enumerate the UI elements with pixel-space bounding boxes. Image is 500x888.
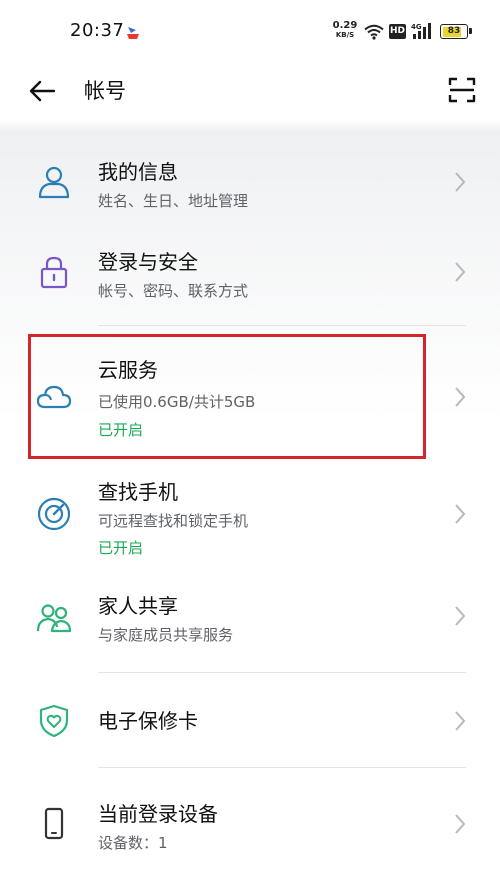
app-header: 帐号 bbox=[0, 62, 500, 122]
lock-icon bbox=[40, 256, 68, 289]
page-title: 帐号 bbox=[84, 79, 126, 103]
item-title: 电子保修卡 bbox=[98, 709, 198, 733]
list-item-my-info[interactable]: 我的信息 姓名、生日、地址管理 bbox=[0, 136, 500, 226]
chevron-right-icon bbox=[455, 711, 466, 731]
list-item-logged-in-devices[interactable]: 当前登录设备 设备数：1 bbox=[0, 768, 500, 878]
item-title: 我的信息 bbox=[98, 160, 178, 184]
radar-icon bbox=[37, 497, 71, 531]
status-time: 20:37 bbox=[70, 20, 125, 41]
item-title: 当前登录设备 bbox=[98, 802, 218, 826]
scan-icon[interactable] bbox=[446, 74, 478, 106]
list-item-cloud-service[interactable]: 云服务 已使用0.6GB/共计5GB 已开启 bbox=[0, 336, 500, 458]
chevron-right-icon bbox=[455, 504, 466, 524]
chevron-right-icon bbox=[455, 606, 466, 626]
network-speed-value: 0.29 bbox=[332, 20, 358, 31]
item-status: 已开启 bbox=[98, 539, 144, 557]
app-notification-icon bbox=[127, 27, 139, 39]
hd-badge: HD bbox=[389, 24, 406, 39]
list-item-find-phone[interactable]: 查找手机 可远程查找和锁定手机 已开启 bbox=[0, 458, 500, 576]
item-subtitle: 可远程查找和锁定手机 bbox=[98, 512, 249, 530]
item-title: 查找手机 bbox=[98, 480, 178, 504]
list-item-login-security[interactable]: 登录与安全 帐号、密码、联系方式 bbox=[0, 226, 500, 322]
arrow-left-icon[interactable] bbox=[26, 74, 60, 108]
status-bar: 20:37 0.29 KB/S HD 4G 83 bbox=[0, 0, 500, 62]
item-status: 已开启 bbox=[98, 421, 144, 439]
section-divider bbox=[98, 325, 466, 326]
item-subtitle: 帐号、密码、联系方式 bbox=[98, 282, 249, 300]
list-item-family-sharing[interactable]: 家人共享 与家庭成员共享服务 bbox=[0, 576, 500, 672]
network-speed: 0.29 KB/S bbox=[332, 21, 358, 40]
item-title: 家人共享 bbox=[98, 594, 178, 618]
shield-heart-icon bbox=[39, 704, 69, 738]
family-icon bbox=[36, 604, 72, 633]
signal-label: 4G bbox=[411, 23, 422, 31]
item-subtitle: 姓名、生日、地址管理 bbox=[98, 192, 249, 210]
battery-level: 83 bbox=[447, 26, 461, 36]
cellular-signal-icon: 4G bbox=[411, 23, 431, 39]
person-icon bbox=[38, 166, 70, 199]
item-title: 登录与安全 bbox=[98, 250, 198, 274]
item-subtitle: 设备数：1 bbox=[98, 834, 168, 852]
chevron-right-icon bbox=[455, 172, 466, 192]
item-subtitle: 已使用0.6GB/共计5GB bbox=[98, 393, 256, 411]
network-speed-unit: KB/S bbox=[335, 31, 355, 39]
wifi-icon bbox=[364, 24, 384, 40]
battery-icon: 83 bbox=[440, 24, 472, 39]
item-subtitle: 与家庭成员共享服务 bbox=[98, 626, 234, 644]
phone-icon bbox=[44, 807, 64, 840]
chevron-right-icon bbox=[455, 387, 466, 407]
item-title: 云服务 bbox=[98, 358, 158, 382]
chevron-right-icon bbox=[455, 262, 466, 282]
chevron-right-icon bbox=[455, 814, 466, 834]
cloud-icon bbox=[36, 385, 72, 409]
list-item-e-warranty[interactable]: 电子保修卡 bbox=[0, 673, 500, 767]
